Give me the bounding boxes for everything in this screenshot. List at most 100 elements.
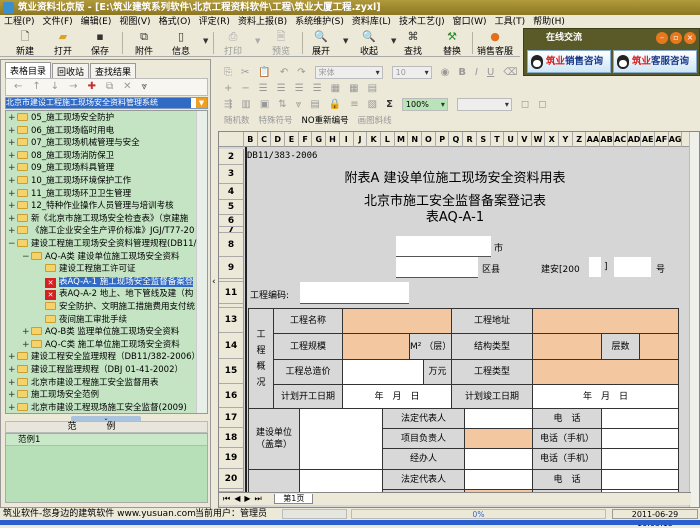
builder-unit-input[interactable] — [299, 408, 383, 470]
print-button[interactable]: ⎙ 打印 — [215, 30, 251, 57]
expand-icon[interactable]: + — [8, 112, 17, 126]
line-spacing-icon[interactable]: ≡ — [350, 99, 358, 110]
redo-icon[interactable]: ↷ — [297, 67, 305, 78]
print-dropdown-arrow[interactable]: ▼ — [255, 37, 260, 45]
tree-item[interactable]: 夜间施工审批手续 — [36, 314, 127, 328]
menu-item[interactable]: 格式(O) — [159, 15, 191, 29]
column-header[interactable]: AA — [587, 132, 601, 147]
column-header[interactable]: Z — [573, 132, 587, 147]
tree-item[interactable]: +07_施工现场机械管理与安全 — [8, 137, 140, 151]
column-header[interactable]: I — [340, 132, 354, 147]
vertical-scrollbar[interactable] — [689, 132, 699, 507]
new-button[interactable]: 🗋 新建 — [7, 30, 43, 57]
menu-item[interactable]: 窗口(W) — [453, 15, 487, 29]
row-header[interactable]: 19 — [219, 448, 244, 469]
column-header[interactable]: AE — [641, 132, 655, 147]
column-header[interactable]: N — [408, 132, 423, 147]
save-button[interactable]: ▪ 保存 — [82, 30, 118, 57]
column-header[interactable]: AD — [628, 132, 642, 147]
expand-icon[interactable]: + — [8, 150, 17, 164]
number-input[interactable] — [614, 257, 651, 277]
border-style-icon[interactable]: ◻ — [521, 99, 529, 110]
replace-button[interactable]: ⚒ 替换 — [434, 30, 470, 57]
special-symbol-button[interactable]: 特殊符号 — [259, 114, 293, 126]
zoom-select[interactable]: 100% — [401, 97, 448, 111]
column-header[interactable]: D — [271, 132, 286, 147]
arrow-right-icon[interactable]: → — [69, 79, 77, 95]
tree-item[interactable]: + 北京市建设工程施工安全监督用表 — [8, 377, 159, 391]
merge-icon[interactable]: ▦ — [331, 83, 340, 94]
draw-diagonal-button[interactable]: 画图斜线 — [358, 114, 392, 126]
tree-item[interactable]: + AQ-B类 监理单位施工现场安全资料 — [22, 326, 179, 340]
tree-item[interactable]: +05_施工现场安全防护 — [8, 112, 114, 126]
column-header[interactable]: AF — [655, 132, 669, 147]
column-header[interactable]: O — [422, 132, 436, 147]
row-header[interactable]: 14 — [219, 333, 244, 359]
grid-icon[interactable]: ▦ — [349, 83, 358, 94]
expand-icon[interactable]: + — [8, 213, 17, 227]
filter-icon[interactable]: ⩔ — [141, 79, 147, 95]
tree-scrollbar[interactable] — [196, 111, 207, 413]
bold-icon[interactable]: B — [458, 67, 466, 78]
copy-icon[interactable]: ⎘ — [224, 67, 232, 78]
paste-icon[interactable]: 📋 — [258, 67, 270, 78]
tree-item[interactable]: + 建设工程监理规程（DBJ 01-41-2002） — [8, 364, 183, 378]
expand-icon[interactable]: + — [22, 326, 31, 340]
district-input[interactable] — [396, 257, 478, 278]
menu-item[interactable]: 资料上报(B) — [238, 15, 287, 29]
column-header[interactable]: Y — [559, 132, 573, 147]
add-table-icon[interactable]: ✚ — [88, 79, 96, 95]
renumber-button[interactable]: NO重新编号 — [302, 114, 349, 126]
tree-item[interactable]: + 建设工程安全监理规程（DB11/382-2006） — [8, 351, 200, 365]
preview-button[interactable]: 🗎 预览 — [263, 30, 299, 57]
column-header[interactable]: P — [436, 132, 450, 147]
tree-item[interactable]: +10_施工现场环境保护工作 — [8, 175, 131, 189]
collapse-icon[interactable]: − — [8, 238, 17, 252]
insert-col-icon[interactable]: ▥ — [241, 99, 250, 110]
row-header[interactable]: 17 — [219, 408, 244, 428]
tree-item[interactable]: ✕ 表AQ-A-1 施工现场安全监督备案登 — [36, 276, 194, 290]
tree-item[interactable]: − AQ-A类 建设单位施工现场安全资料 — [22, 251, 180, 265]
insert-row-icon[interactable]: ⇶ — [224, 99, 232, 110]
column-header[interactable]: R — [463, 132, 477, 147]
tree-item[interactable]: +08_施工现场消防保卫 — [8, 150, 114, 164]
arrow-up-icon[interactable]: ↑ — [32, 79, 40, 95]
italic-icon[interactable]: I — [475, 67, 478, 78]
column-header[interactable]: U — [504, 132, 518, 147]
menu-item[interactable]: 文件(F) — [42, 15, 72, 29]
row-header[interactable]: 18 — [219, 428, 244, 448]
column-header[interactable]: T — [491, 132, 505, 147]
attach-button[interactable]: ⧉ 附件 — [126, 30, 162, 57]
restore-icon[interactable]: ▫ — [670, 32, 682, 44]
column-header[interactable]: S — [477, 132, 491, 147]
menu-item[interactable]: 技术工艺(J) — [399, 15, 445, 29]
chevron-left-icon[interactable]: ‹ — [212, 277, 216, 287]
tree-item[interactable]: ✕ 表AQ-A-2 地上、地下管线及建（构 — [36, 288, 193, 302]
system-select[interactable]: 北京市建设工程施工现场安全资料管理系统 ▼ — [5, 97, 208, 109]
column-header[interactable]: AG — [669, 132, 683, 147]
row-header[interactable]: 2 — [219, 149, 244, 165]
project-type-input[interactable] — [532, 359, 679, 385]
vertical-splitter[interactable]: ‹ — [211, 59, 218, 508]
column-header[interactable]: J — [354, 132, 368, 147]
legal-rep-input[interactable] — [464, 469, 533, 490]
select-all-corner[interactable] — [219, 132, 244, 147]
project-manager-input[interactable] — [464, 428, 533, 449]
menu-item[interactable]: 视图(V) — [119, 15, 150, 29]
tree-item[interactable]: +06_施工现场临时用电 — [8, 125, 114, 139]
column-header[interactable]: G — [313, 132, 327, 147]
close-icon[interactable]: × — [684, 32, 696, 44]
expand-icon[interactable]: + — [8, 225, 17, 239]
example-item[interactable]: 范例1 — [6, 434, 207, 446]
undo-icon[interactable]: ↶ — [280, 67, 288, 78]
tree-item[interactable]: + 新《北京市施工现场安全检查表》（京建施 — [8, 213, 188, 227]
legal-rep-input[interactable] — [464, 408, 533, 429]
row-header[interactable]: 9 — [219, 257, 244, 279]
row-header[interactable]: 11 — [219, 282, 244, 304]
menu-item[interactable]: 工具(T) — [495, 15, 526, 29]
column-header[interactable]: E — [285, 132, 299, 147]
sales-service-button[interactable]: ● 销售客服 — [474, 30, 516, 57]
underline-icon[interactable]: U — [487, 67, 494, 78]
justify-icon[interactable]: ☰ — [313, 83, 322, 94]
wrap-icon[interactable]: ▤ — [310, 99, 319, 110]
